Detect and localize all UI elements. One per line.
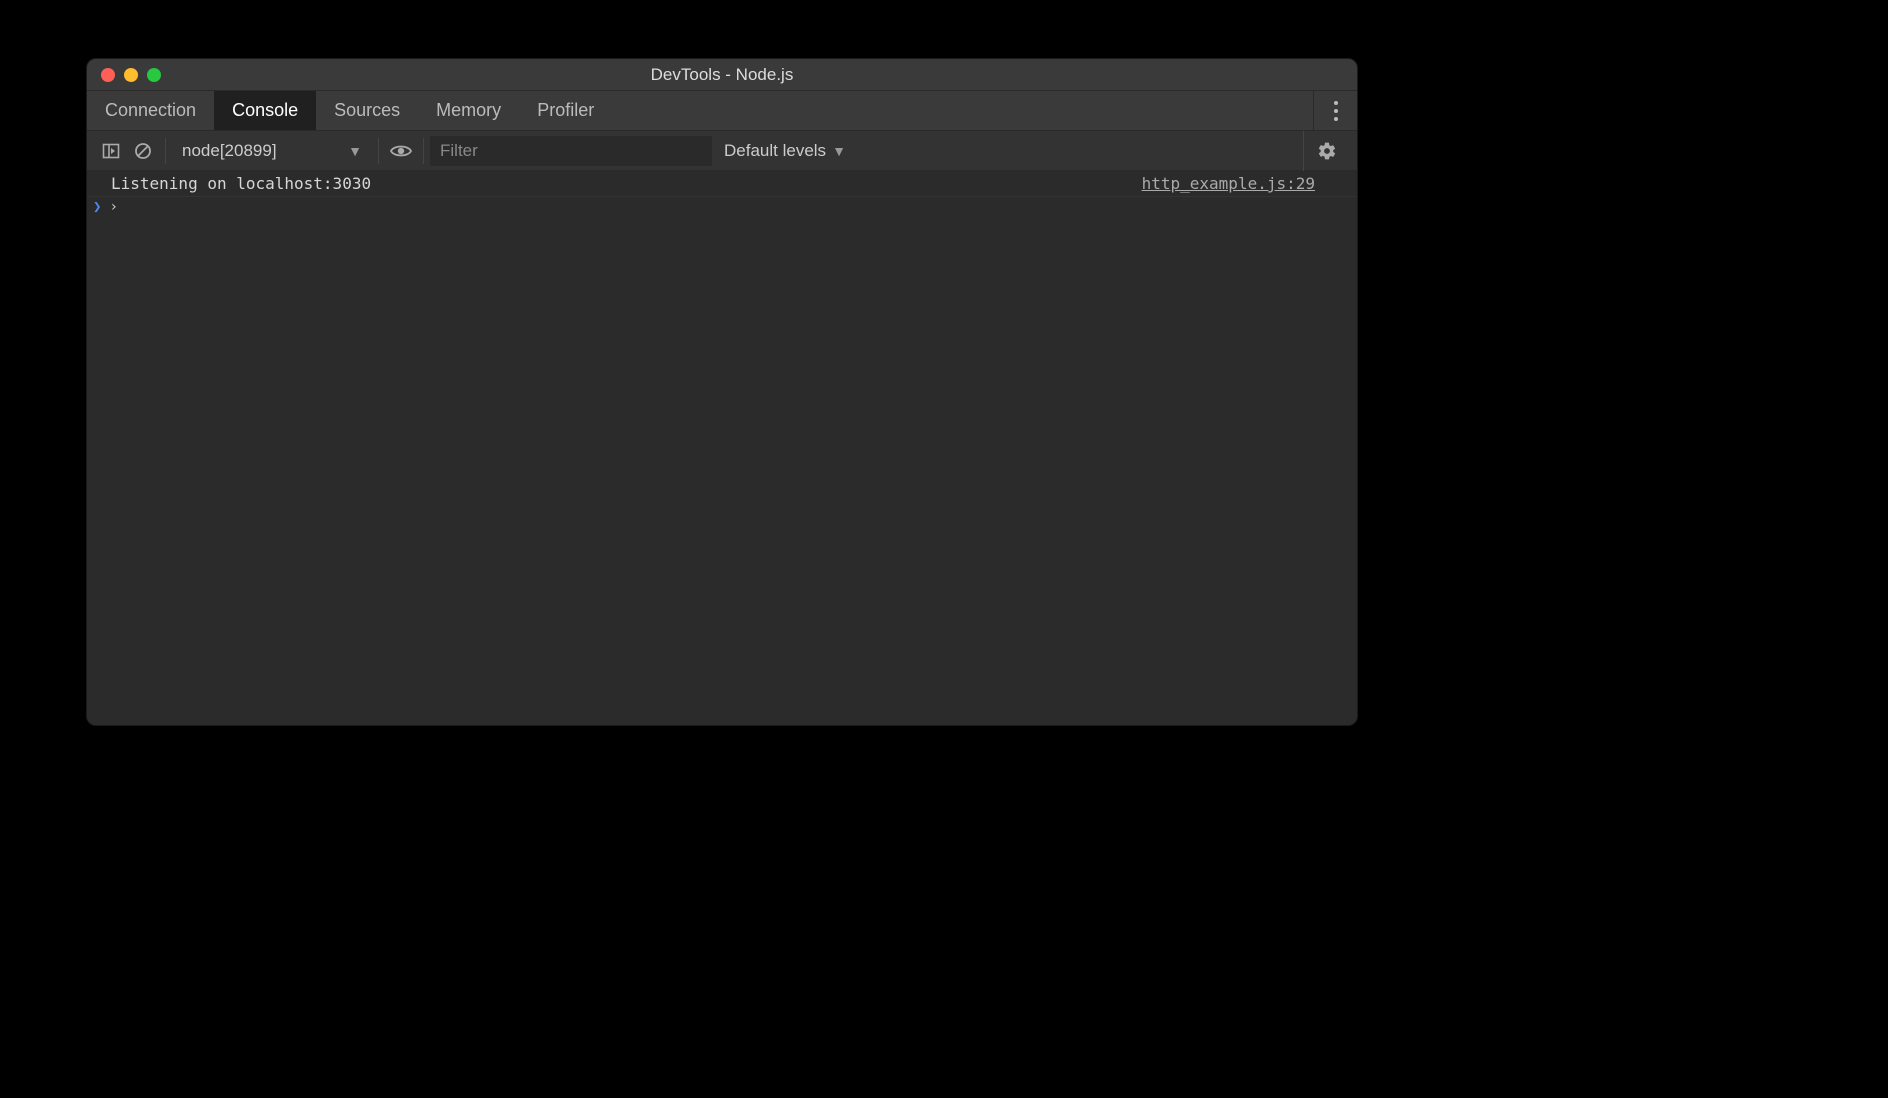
window-title: DevTools - Node.js: [87, 65, 1357, 85]
kebab-icon: [1334, 99, 1338, 123]
live-expression-button[interactable]: [385, 131, 417, 171]
filter-input[interactable]: [430, 136, 712, 166]
console-prompt[interactable]: ❯ ›: [87, 197, 1357, 217]
gear-icon: [1317, 141, 1337, 161]
tab-connection[interactable]: Connection: [87, 91, 214, 130]
chevron-down-icon: ▼: [832, 143, 846, 159]
context-label: node[20899]: [182, 141, 277, 161]
level-label: Default levels: [724, 141, 826, 161]
tab-console[interactable]: Console: [214, 91, 316, 130]
sidebar-icon: [102, 142, 120, 160]
divider: [378, 138, 379, 164]
toggle-sidebar-button[interactable]: [95, 131, 127, 171]
maximize-button[interactable]: [147, 68, 161, 82]
titlebar: DevTools - Node.js: [87, 59, 1357, 91]
clear-icon: [133, 141, 153, 161]
log-message: Listening on localhost:3030: [111, 174, 1142, 193]
tab-sources[interactable]: Sources: [316, 91, 418, 130]
panel-tabs: Connection Console Sources Memory Profil…: [87, 91, 1357, 131]
clear-console-button[interactable]: [127, 131, 159, 171]
close-button[interactable]: [101, 68, 115, 82]
minimize-button[interactable]: [124, 68, 138, 82]
tab-memory[interactable]: Memory: [418, 91, 519, 130]
divider: [423, 138, 424, 164]
console-toolbar: node[20899] ▼ Default levels ▼: [87, 131, 1357, 171]
divider: [165, 138, 166, 164]
console-settings-button[interactable]: [1303, 131, 1349, 171]
prompt-chevron-icon: ❯: [93, 199, 101, 215]
prompt-chevron-icon: ›: [109, 199, 117, 215]
traffic-lights: [101, 68, 161, 82]
more-tabs-button[interactable]: [1313, 91, 1357, 130]
tab-profiler[interactable]: Profiler: [519, 91, 612, 130]
eye-icon: [389, 143, 413, 159]
console-output: Listening on localhost:3030 http_example…: [87, 171, 1357, 725]
context-selector[interactable]: node[20899] ▼: [172, 141, 372, 161]
log-source-link[interactable]: http_example.js:29: [1142, 174, 1315, 193]
devtools-window: DevTools - Node.js Connection Console So…: [86, 58, 1358, 726]
chevron-down-icon: ▼: [348, 143, 362, 159]
log-level-selector[interactable]: Default levels ▼: [712, 141, 858, 161]
log-entry: Listening on localhost:3030 http_example…: [87, 171, 1357, 197]
